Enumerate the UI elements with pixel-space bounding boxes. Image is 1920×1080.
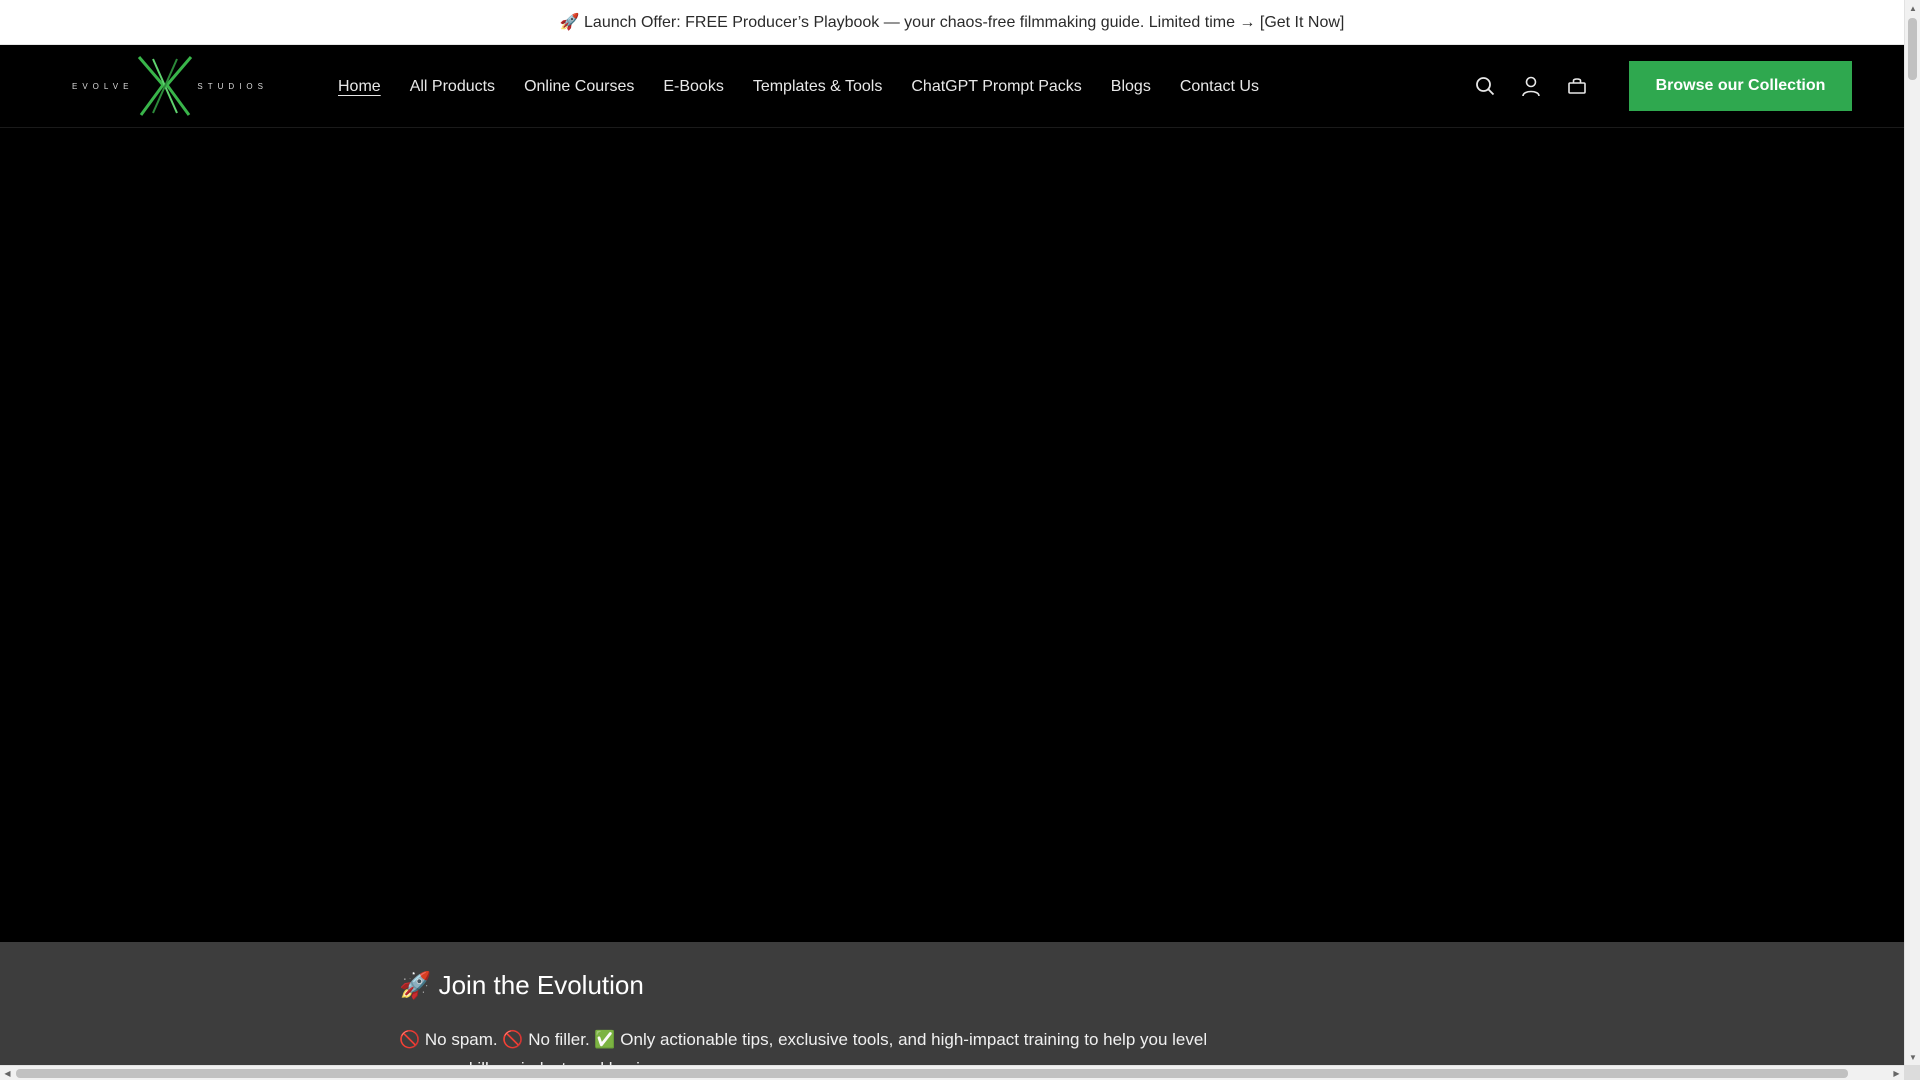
newsletter-section: 🚀 Join the Evolution 🚫 No spam. 🚫 No fil… (0, 942, 1904, 1080)
search-icon[interactable] (1474, 75, 1496, 97)
scrollbar-corner (1904, 1065, 1920, 1080)
page: 🚀 Launch Offer: FREE Producer’s Playbook… (0, 0, 1920, 1080)
vertical-scroll-thumb[interactable] (1908, 18, 1917, 80)
browse-collection-button[interactable]: Browse our Collection (1629, 61, 1852, 111)
main-nav: Home All Products Online Courses E-Books… (338, 45, 1288, 128)
nav-blogs[interactable]: Blogs (1111, 78, 1151, 96)
scroll-right-icon[interactable]: ▶ (1889, 1066, 1904, 1080)
account-icon[interactable] (1520, 75, 1542, 97)
logo-right-word: STUDIOS (197, 81, 268, 91)
nav-chatgpt-prompt-packs[interactable]: ChatGPT Prompt Packs (911, 78, 1081, 96)
vertical-scrollbar[interactable]: ▲ ▼ (1904, 0, 1920, 1065)
horizontal-scrollbar[interactable]: ◀ ▶ (0, 1065, 1904, 1080)
site-header: EVOLVE STUDIOS Home All Products Online … (0, 45, 1904, 128)
announcement-bar[interactable]: 🚀 Launch Offer: FREE Producer’s Playbook… (0, 0, 1904, 45)
nav-e-books[interactable]: E-Books (663, 78, 723, 96)
scroll-down-icon[interactable]: ▼ (1905, 1049, 1920, 1065)
scroll-up-icon[interactable]: ▲ (1905, 0, 1920, 16)
announcement-text[interactable]: 🚀 Launch Offer: FREE Producer’s Playbook… (560, 12, 1345, 32)
newsletter-content: 🚀 Join the Evolution 🚫 No spam. 🚫 No fil… (399, 970, 1219, 1080)
nav-templates-tools[interactable]: Templates & Tools (753, 78, 883, 96)
header-icons (1474, 69, 1588, 103)
site-logo[interactable]: EVOLVE STUDIOS (72, 55, 268, 117)
horizontal-scroll-thumb[interactable] (16, 1069, 1848, 1078)
nav-online-courses[interactable]: Online Courses (524, 78, 634, 96)
scroll-left-icon[interactable]: ◀ (0, 1066, 15, 1080)
hero-banner (0, 128, 1904, 942)
logo-left-word: EVOLVE (72, 81, 134, 91)
logo-x-mark-icon (138, 56, 193, 116)
nav-all-products[interactable]: All Products (410, 78, 495, 96)
nav-contact-us[interactable]: Contact Us (1180, 78, 1259, 96)
nav-home[interactable]: Home (338, 78, 381, 96)
cart-icon[interactable] (1566, 75, 1588, 97)
newsletter-title: 🚀 Join the Evolution (399, 970, 644, 1000)
